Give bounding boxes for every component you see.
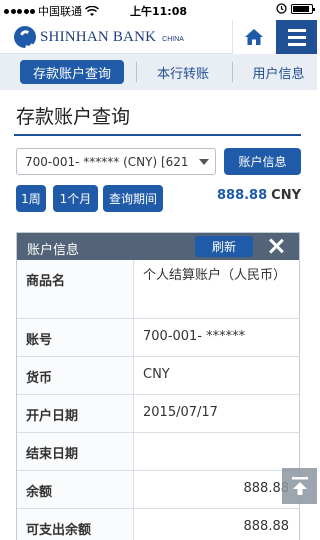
row-key: 可支出余额: [17, 509, 134, 540]
table-row: 货币 CNY: [17, 357, 299, 395]
row-value: 个人结算账户（人民币）: [143, 268, 287, 283]
menu-icon: [287, 28, 306, 32]
account-select-value: 700-001- ****** (CNY) [621: [25, 154, 189, 169]
one-month-button[interactable]: 1个月: [53, 185, 98, 212]
menu-icon-bar: [287, 42, 306, 46]
refresh-button[interactable]: 刷新: [195, 236, 253, 257]
tab-transfer[interactable]: 本行转账: [142, 60, 224, 84]
home-button[interactable]: [232, 20, 274, 54]
row-key: 开户日期: [17, 395, 134, 432]
balance-currency: CNY: [271, 188, 301, 203]
tab-user-info[interactable]: 用户信息: [240, 60, 317, 84]
caret-down-icon: [199, 159, 209, 165]
query-period-button[interactable]: 查询期间: [103, 185, 163, 212]
table-row: 账号 700-001- ******: [17, 319, 299, 357]
row-value: [134, 433, 299, 470]
bank-logo: SHINHAN BANK CHINA: [14, 26, 184, 48]
logo-text: SHINHAN BANK: [40, 28, 157, 45]
row-value: 700-001- ******: [143, 329, 246, 344]
table-row: 商品名 个人结算账户（人民币）: [17, 260, 299, 319]
row-value: CNY: [143, 367, 170, 382]
status-bar: 中国联通 上午11:08: [0, 0, 317, 20]
balance-amount: 888.88: [216, 188, 268, 203]
scroll-to-top-icon: [291, 477, 308, 495]
alarm-icon: [276, 3, 287, 14]
row-value: 2015/07/17: [143, 405, 218, 420]
app-header: SHINHAN BANK CHINA: [0, 20, 317, 54]
tab-divider: [232, 62, 233, 82]
row-key: 账号: [17, 319, 134, 356]
table-row: 余额 888.88: [17, 471, 299, 509]
status-right: [276, 3, 315, 14]
tab-bar: 存款账户查询 本行转账 用户信息: [0, 54, 317, 90]
row-key: 商品名: [17, 260, 134, 318]
panel-header: 账户信息 刷新: [17, 233, 299, 260]
title-divider: [14, 134, 301, 136]
row-value: 888.88: [243, 481, 290, 496]
panel-title: 账户信息: [27, 243, 80, 258]
row-key: 余额: [17, 471, 134, 508]
status-time: 上午11:08: [129, 5, 187, 18]
table-row: 开户日期 2015/07/17: [17, 395, 299, 433]
table-row: 可支出余额 888.88: [17, 509, 299, 540]
tab-deposit-inquiry[interactable]: 存款账户查询: [20, 60, 124, 84]
logo-icon: [14, 26, 36, 48]
page-title: 存款账户查询: [16, 106, 131, 128]
row-value: 888.88: [243, 519, 290, 534]
row-key: 结束日期: [17, 433, 134, 470]
menu-icon-bar: [287, 35, 306, 39]
row-key: 货币: [17, 357, 134, 394]
tab-divider: [136, 62, 137, 82]
scroll-to-top-button[interactable]: [282, 468, 317, 504]
account-info-panel: 账户信息 刷新 商品名 个人结算账户（人民币） 账号 700-001- ****…: [16, 232, 300, 540]
one-week-button[interactable]: 1周: [16, 185, 46, 212]
logo-sub: CHINA: [162, 36, 184, 43]
home-icon: [244, 29, 263, 45]
account-info-table: 商品名 个人结算账户（人民币） 账号 700-001- ****** 货币 CN…: [17, 260, 299, 540]
account-select[interactable]: 700-001- ****** (CNY) [621: [16, 148, 216, 175]
menu-button[interactable]: [276, 20, 317, 54]
balance-display: 888.88 CNY: [217, 188, 301, 203]
account-info-button[interactable]: 账户信息: [224, 148, 301, 175]
battery-icon: [291, 3, 315, 14]
close-icon[interactable]: [265, 235, 287, 257]
table-row: 结束日期: [17, 433, 299, 471]
